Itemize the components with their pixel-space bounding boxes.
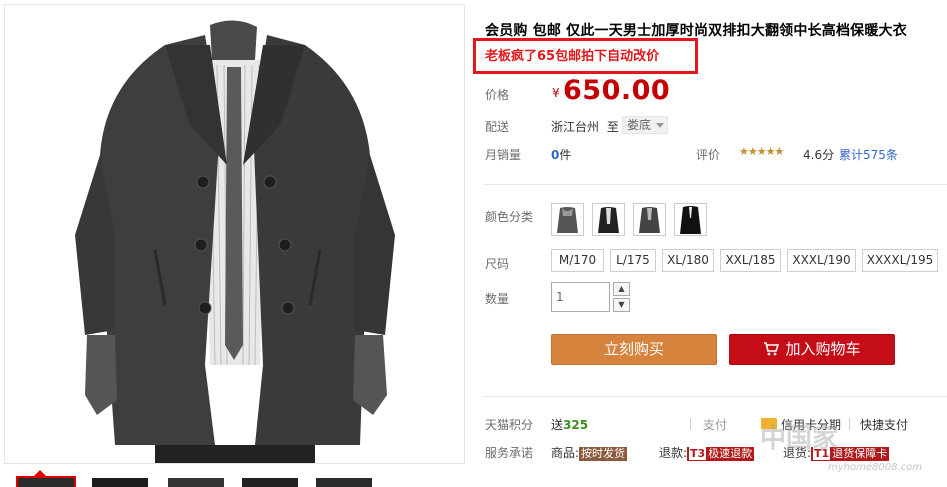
sales-unit: 件 xyxy=(559,148,572,162)
thumbnail-5[interactable] xyxy=(314,476,374,487)
refund-code: T3 xyxy=(689,447,707,460)
chevron-down-icon xyxy=(656,123,664,128)
quantity-decrease-icon[interactable]: ▼ xyxy=(613,298,630,312)
product-main-image[interactable] xyxy=(4,4,465,464)
size-option[interactable]: XXXXL/195 xyxy=(862,249,938,272)
color-swatch-gray-fur[interactable] xyxy=(551,203,584,236)
payment-label: 支付 xyxy=(703,418,728,432)
ship-to-select[interactable]: 娄底 xyxy=(622,116,668,134)
review-label: 评价 xyxy=(696,148,721,162)
coat-swatch-gray-fur-icon xyxy=(557,207,578,233)
watermark-url: myhome8008.com xyxy=(828,462,922,473)
color-label: 颜色分类 xyxy=(485,210,534,224)
rating-stars-icon: ★★★★★ xyxy=(739,145,784,158)
service-label: 服务承诺 xyxy=(485,446,534,460)
divider xyxy=(483,396,947,397)
color-swatch-black-long[interactable] xyxy=(674,203,707,236)
size-option[interactable]: L/175 xyxy=(610,249,656,272)
separator xyxy=(690,418,691,430)
coat-swatch-charcoal-icon xyxy=(639,207,660,233)
points-label: 天猫积分 xyxy=(485,418,534,432)
quick-pay-link[interactable]: 快捷支付 xyxy=(860,416,908,433)
ship-from: 浙江台州 至 xyxy=(551,118,619,135)
ship-from-city: 浙江台州 xyxy=(551,120,600,134)
product-info: 会员购 包邮 仅此一天男士加厚时尚双排扣大翻领中长高档保暖大衣 老板疯了65包邮… xyxy=(473,0,947,487)
add-to-cart-label: 加入购物车 xyxy=(785,340,861,358)
points-amount: 325 xyxy=(563,418,589,432)
return-text: 退货保障卡 xyxy=(832,447,888,460)
thumbnail-active-indicator xyxy=(34,470,46,476)
thumbnail-4[interactable] xyxy=(240,476,300,487)
thumbnail-1[interactable] xyxy=(16,476,76,487)
ship-to-value: 娄底 xyxy=(627,118,652,132)
divider xyxy=(483,184,947,185)
price-label: 价格 xyxy=(485,88,510,102)
points-prefix: 送 xyxy=(551,418,564,432)
coat-swatch-black-icon xyxy=(598,207,619,233)
review-count-link[interactable]: 累计575条 xyxy=(839,146,898,163)
service-goods-badge: 按时发货 xyxy=(579,447,628,461)
thumbnail-3[interactable] xyxy=(166,476,226,487)
size-option[interactable]: M/170 xyxy=(551,249,604,272)
sales-label: 月销量 xyxy=(485,148,522,162)
size-option[interactable]: XXL/185 xyxy=(720,249,781,272)
quantity-increase-icon[interactable]: ▲ xyxy=(613,282,630,296)
sales-value: 0件 xyxy=(551,146,571,163)
buy-now-button[interactable]: 立刻购买 xyxy=(551,334,717,365)
points-value: 送325 xyxy=(551,416,588,433)
price-currency: ¥ xyxy=(552,86,560,100)
size-option[interactable]: XXXL/190 xyxy=(787,249,856,272)
size-option[interactable]: XL/180 xyxy=(662,249,714,272)
separator xyxy=(849,418,850,430)
ship-to-prefix: 至 xyxy=(606,120,619,134)
cart-icon xyxy=(764,342,780,356)
rating-score: 4.6分 xyxy=(803,148,835,162)
refund-text: 极速退款 xyxy=(708,447,753,460)
coat-image xyxy=(75,20,395,463)
quantity-label: 数量 xyxy=(485,292,510,306)
product-title: 会员购 包邮 仅此一天男士加厚时尚双排扣大翻领中长高档保暖大衣 xyxy=(485,23,907,39)
coat-swatch-black-long-icon xyxy=(680,206,701,234)
service-refund-label: 退款: xyxy=(659,446,688,460)
thumbnail-strip xyxy=(4,468,474,487)
color-swatch-black[interactable] xyxy=(592,203,625,236)
size-label: 尺码 xyxy=(485,257,510,271)
service-refund[interactable]: 退款: T3 极速退款 xyxy=(659,444,755,461)
add-to-cart-button[interactable]: 加入购物车 xyxy=(729,334,895,365)
color-swatch-charcoal[interactable] xyxy=(633,203,666,236)
thumbnail-2[interactable] xyxy=(90,476,150,487)
watermark-logo: 中国家 xyxy=(760,424,839,454)
quantity-input[interactable]: 1 xyxy=(551,282,610,312)
service-goods-label: 商品: xyxy=(551,446,580,460)
promo-text: 老板疯了65包邮拍下自动改价 xyxy=(485,49,660,64)
service-goods[interactable]: 商品: 按时发货 xyxy=(551,444,628,461)
price-value: 650.00 xyxy=(563,75,671,106)
service-refund-badge: T3 极速退款 xyxy=(687,447,755,461)
shipping-label: 配送 xyxy=(485,120,510,134)
